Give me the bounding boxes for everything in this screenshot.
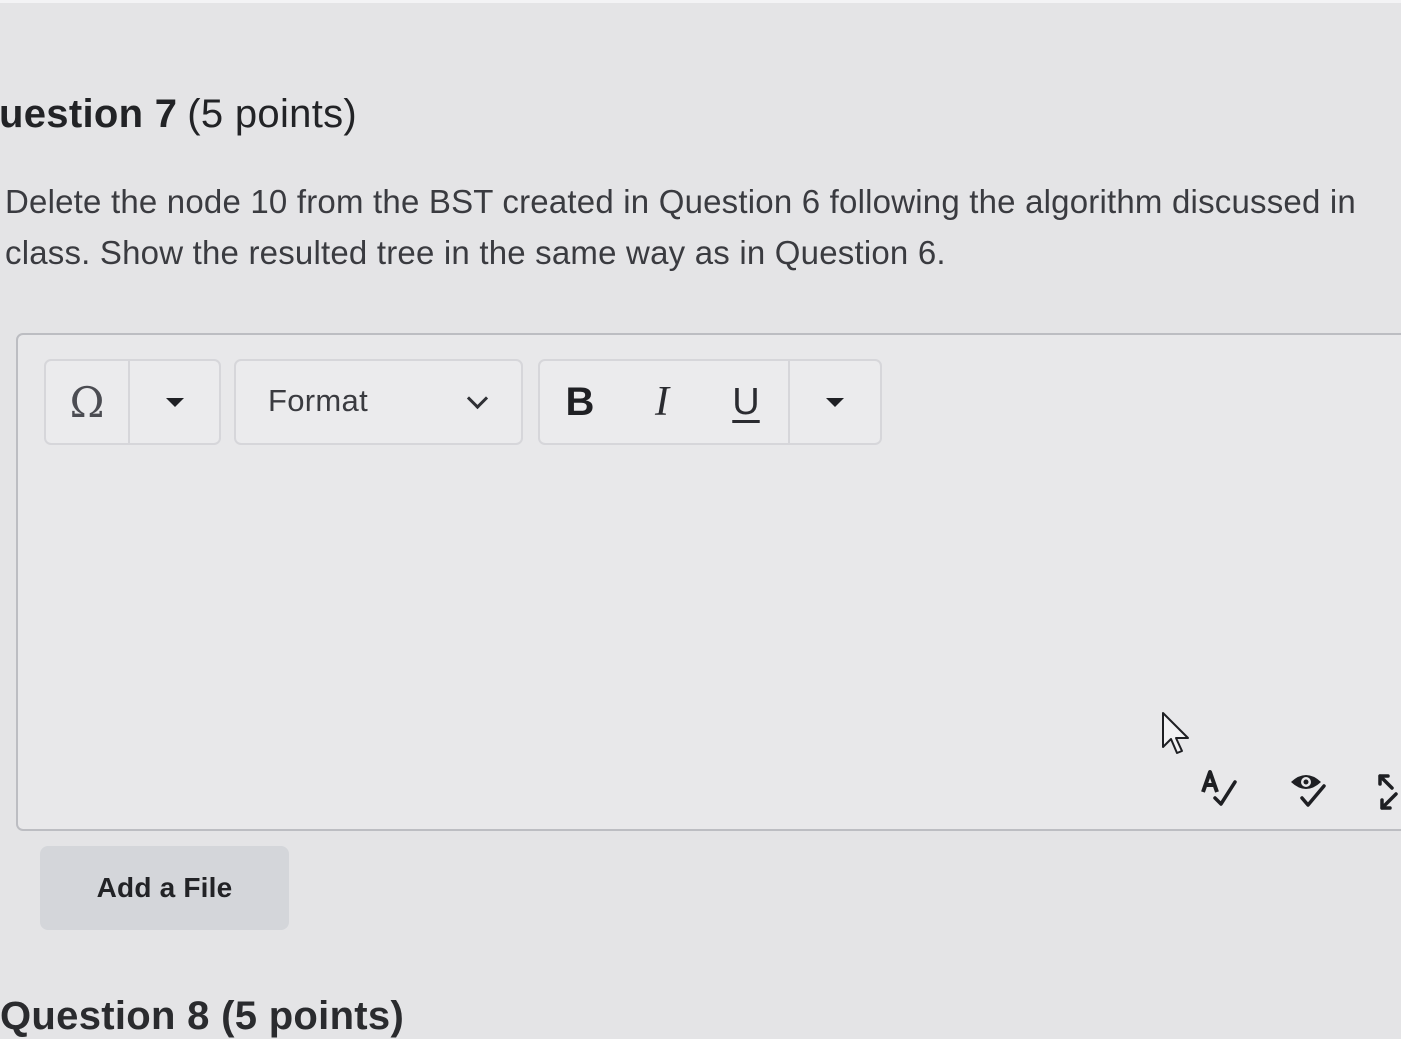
insert-special-character-button[interactable]: Ω <box>46 361 130 443</box>
question-points: (5 points) <box>187 92 358 136</box>
text-style-group: B I U <box>538 359 882 445</box>
bold-button[interactable]: B <box>540 361 620 443</box>
accessibility-check-icon[interactable] <box>1288 770 1330 810</box>
top-border <box>0 0 1401 3</box>
insert-options-dropdown-button[interactable] <box>130 361 219 443</box>
format-select-label: Format <box>268 383 368 418</box>
editor-text-area[interactable] <box>36 463 1136 763</box>
special-char-group: Ω <box>44 359 221 445</box>
question-title: uestion 7 <box>0 92 178 136</box>
italic-button[interactable]: I <box>620 361 704 443</box>
omega-icon: Ω <box>69 377 105 427</box>
underline-button[interactable]: U <box>704 361 788 443</box>
question-heading: uestion 7 (5 points) <box>0 92 357 137</box>
fullscreen-icon[interactable] <box>1376 772 1401 812</box>
add-file-button[interactable]: Add a File <box>40 846 289 930</box>
question-prompt: Delete the node 10 from the BST created … <box>5 176 1401 278</box>
caret-down-icon <box>165 397 184 407</box>
question-text-line-1: Delete the node 10 from the BST created … <box>5 183 1356 220</box>
format-select[interactable]: Format <box>234 359 523 445</box>
caret-down-icon <box>826 397 844 407</box>
chevron-down-icon <box>466 387 489 410</box>
question-text-line-2: class. Show the resulted tree in the sam… <box>5 234 946 271</box>
spellcheck-icon[interactable] <box>1197 768 1239 808</box>
mouse-cursor-icon <box>1162 712 1189 754</box>
more-formatting-dropdown-button[interactable] <box>788 361 880 443</box>
